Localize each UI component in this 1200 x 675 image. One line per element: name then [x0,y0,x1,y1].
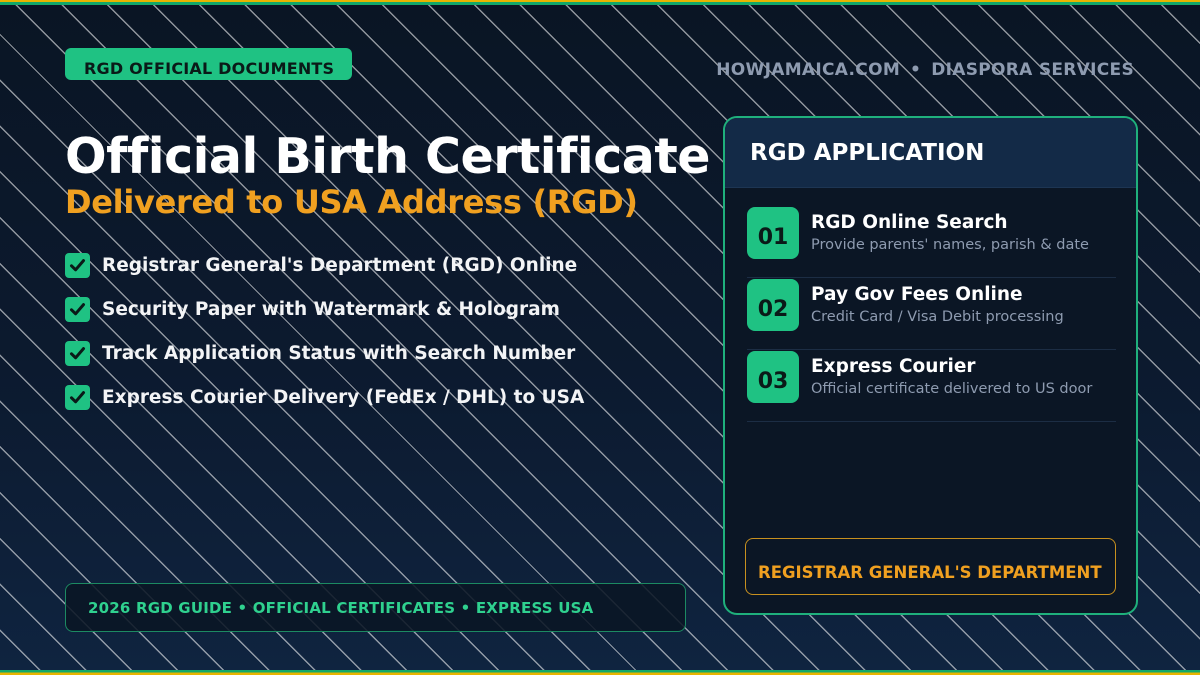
step-body: RGD Online Search Provide parents' names… [811,212,1089,253]
step-body: Pay Gov Fees Online Credit Card / Visa D… [811,284,1064,325]
step-number: 01 [747,207,799,259]
step-item: 02 Pay Gov Fees Online Credit Card / Vis… [747,278,1116,350]
feature-list: Registrar General's Department (RGD) Onl… [65,243,584,419]
check-icon [65,296,90,322]
department-label-text: REGISTRAR GENERAL'S DEPARTMENT [758,563,1102,582]
step-title: Pay Gov Fees Online [811,284,1023,305]
guide-footer-bar: 2026 RGD GUIDE • OFFICIAL CERTIFICATES •… [65,583,686,632]
step-title: Express Courier [811,356,976,377]
check-icon [65,384,90,410]
feature-text: Security Paper with Watermark & Hologram [102,298,560,320]
department-label: REGISTRAR GENERAL'S DEPARTMENT [745,538,1116,595]
step-number: 02 [747,279,799,331]
feature-item: Express Courier Delivery (FedEx / DHL) t… [65,375,584,419]
panel-title: RGD APPLICATION [750,139,985,166]
page-title: Official Birth Certificate [65,128,710,185]
category-badge: RGD OFFICIAL DOCUMENTS [65,48,352,80]
guide-footer-text: 2026 RGD GUIDE • OFFICIAL CERTIFICATES •… [88,598,594,617]
site-name: HOWJAMAICA.COM [716,60,901,80]
step-body: Express Courier Official certificate del… [811,356,1092,397]
site-attribution: HOWJAMAICA.COM • DIASPORA SERVICES [716,60,1134,80]
step-item: 01 RGD Online Search Provide parents' na… [747,206,1116,278]
step-item: 03 Express Courier Official certificate … [747,350,1116,422]
panel-header: RGD APPLICATION [725,118,1136,188]
site-separator: • [910,60,922,80]
feature-text: Track Application Status with Search Num… [102,342,576,364]
step-description: Provide parents' names, parish & date [811,237,1089,253]
feature-item: Security Paper with Watermark & Hologram [65,287,584,331]
feature-item: Registrar General's Department (RGD) Onl… [65,243,584,287]
application-panel: RGD APPLICATION 01 RGD Online Search Pro… [723,116,1138,615]
step-list: 01 RGD Online Search Provide parents' na… [747,206,1116,422]
category-badge-label: RGD OFFICIAL DOCUMENTS [84,59,335,78]
bottom-accent-bar [0,670,1200,675]
top-accent-bar [0,0,1200,5]
feature-text: Express Courier Delivery (FedEx / DHL) t… [102,386,585,408]
step-number: 03 [747,351,799,403]
site-section: DIASPORA SERVICES [931,60,1134,80]
check-icon [65,340,90,366]
page-subtitle: Delivered to USA Address (RGD) [65,183,638,221]
check-icon [65,252,90,278]
step-title: RGD Online Search [811,212,1008,233]
step-description: Credit Card / Visa Debit processing [811,309,1064,325]
step-description: Official certificate delivered to US doo… [811,381,1093,397]
feature-item: Track Application Status with Search Num… [65,331,584,375]
feature-text: Registrar General's Department (RGD) Onl… [102,254,578,276]
